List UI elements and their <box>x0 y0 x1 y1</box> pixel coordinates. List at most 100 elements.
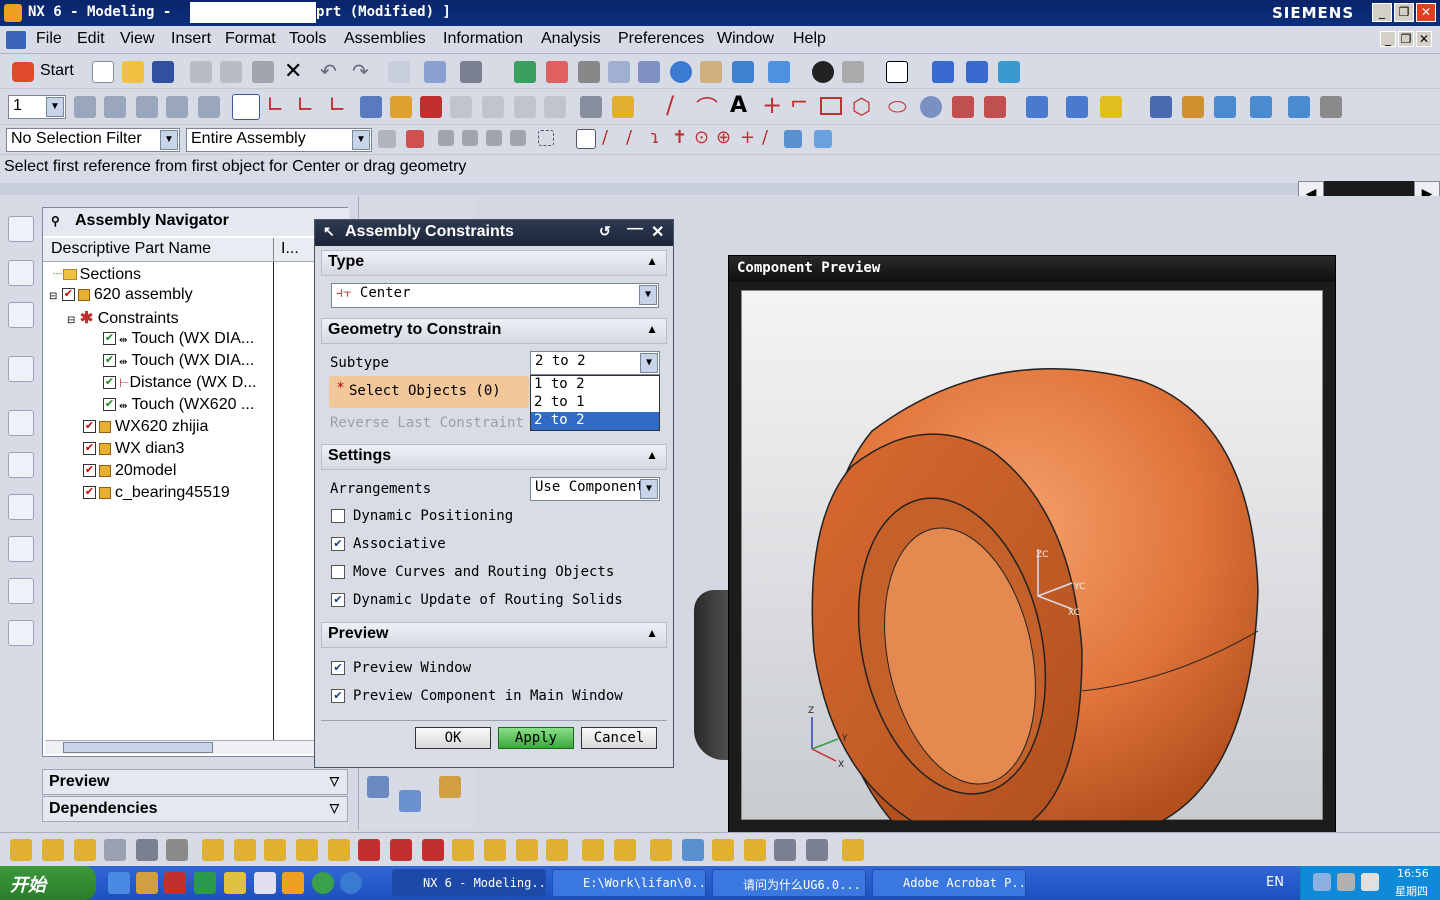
task-nx[interactable]: NX 6 - Modeling... <box>392 869 546 897</box>
constraint-a-icon[interactable] <box>450 96 472 118</box>
save-icon[interactable] <box>152 61 174 83</box>
preview-viewport[interactable]: ZC YC XC Z Y X <box>741 290 1323 822</box>
checkbox-icon[interactable]: ✔ <box>83 420 96 434</box>
preview-panel[interactable]: Preview ▽ <box>42 769 348 795</box>
snap-face-icon[interactable] <box>784 130 802 148</box>
clock-time[interactable]: 16:56 <box>1397 867 1429 880</box>
ellipse-icon[interactable]: ⬭ <box>888 95 907 120</box>
select-a-icon[interactable] <box>438 130 454 146</box>
geometry-section-header[interactable]: Geometry to Constrain ▲ <box>321 318 667 344</box>
assembly-cmd-27-icon[interactable] <box>842 839 864 861</box>
snap-endpoint-icon[interactable]: / <box>602 127 608 148</box>
col-part-name[interactable]: Descriptive Part Name <box>51 240 211 258</box>
quicklaunch-4-icon[interactable] <box>194 872 216 894</box>
checkbox-icon[interactable]: ✔ <box>83 464 96 478</box>
assembly-cmd-2-icon[interactable] <box>42 839 64 861</box>
line-icon[interactable]: / <box>666 91 674 119</box>
menu-window[interactable]: Window <box>717 30 774 48</box>
assembly-a-icon[interactable] <box>932 61 954 83</box>
text-icon[interactable]: A <box>730 93 747 118</box>
collapse-icon[interactable]: — <box>627 220 643 238</box>
tree-row-constraints[interactable]: ⊟ ✱ Constraints <box>67 308 179 330</box>
helix-icon[interactable] <box>920 96 942 118</box>
tree-row-assembly[interactable]: ⊟ ✔ 620 assembly <box>49 286 193 308</box>
ruler-icon[interactable] <box>612 96 634 118</box>
datum-icon[interactable]: ∟ <box>328 93 346 118</box>
reset-icon[interactable]: ↺ <box>599 223 611 240</box>
plane-icon[interactable] <box>360 96 382 118</box>
rectangle-select-icon[interactable] <box>538 130 554 146</box>
palette-tab-icon[interactable] <box>8 494 34 520</box>
type-section-header[interactable]: Type ▲ <box>321 250 667 276</box>
assembly-tool-c-icon[interactable] <box>439 776 461 798</box>
scroll-thumb[interactable] <box>63 742 213 753</box>
menu-preferences[interactable]: Preferences <box>618 30 704 48</box>
start-button[interactable]: Start <box>40 62 74 80</box>
tree-row-touch-1[interactable]: ✔ ⇹ Touch (WX DIA... <box>103 330 254 352</box>
snap-toggle-icon[interactable] <box>576 129 596 149</box>
language-indicator[interactable]: EN <box>1266 875 1284 890</box>
quicklaunch-1-icon[interactable] <box>108 872 130 894</box>
assembly-cmd-19-icon[interactable] <box>582 839 604 861</box>
constraint-d-icon[interactable] <box>544 96 566 118</box>
snap-point-on-icon[interactable]: + <box>740 127 755 148</box>
constraint-b-icon[interactable] <box>482 96 504 118</box>
assembly-tool-b-icon[interactable] <box>399 790 421 812</box>
preview-title[interactable]: Component Preview <box>729 256 1335 282</box>
quicklaunch-5-icon[interactable] <box>224 872 246 894</box>
assembly-cmd-25-icon[interactable] <box>774 839 796 861</box>
assembly-cmd-4-icon[interactable] <box>104 839 126 861</box>
pin-icon[interactable]: ⚲ <box>51 214 60 228</box>
checkbox-icon[interactable]: ✔ <box>103 376 116 390</box>
assembly-cmd-11-icon[interactable] <box>328 839 350 861</box>
quicklaunch-7-icon[interactable] <box>282 872 304 894</box>
checkbox-icon[interactable]: ✔ <box>83 442 96 456</box>
refresh-icon[interactable] <box>514 61 536 83</box>
spline-icon[interactable] <box>984 96 1006 118</box>
tree-row-component-3[interactable]: ✔ 20model <box>83 462 176 484</box>
roles-tab-icon[interactable] <box>8 578 34 604</box>
settings-section-header[interactable]: Settings ▲ <box>321 444 667 470</box>
dimension-icon[interactable] <box>580 96 602 118</box>
redo-icon[interactable]: ↷ <box>352 59 369 83</box>
rotate-icon[interactable] <box>670 61 692 83</box>
assembly-cmd-1-icon[interactable] <box>10 839 32 861</box>
column-divider[interactable] <box>273 238 274 262</box>
line-sketch-icon[interactable]: ∟ <box>266 93 284 118</box>
feature-a-icon[interactable] <box>1150 96 1172 118</box>
constraint-c-icon[interactable] <box>514 96 536 118</box>
background-icon[interactable] <box>886 61 908 83</box>
menu-file[interactable]: File <box>36 30 62 48</box>
select-objects-step[interactable]: * Select Objects (0) <box>329 376 529 408</box>
tree-row-sections[interactable]: ┈ Sections <box>53 264 141 286</box>
preview-component-checkbox[interactable]: ✔ <box>331 689 345 703</box>
history-tab-icon[interactable] <box>8 410 34 436</box>
shade-icon[interactable] <box>578 61 600 83</box>
pan-icon[interactable] <box>700 61 722 83</box>
snap-control-icon[interactable]: ɿ <box>650 127 660 148</box>
delete-icon[interactable]: ✕ <box>284 59 302 84</box>
subtype-option[interactable]: 1 to 2 <box>531 376 659 394</box>
tree-row-component-4[interactable]: ✔ c_bearing45519 <box>83 484 230 506</box>
arc-icon[interactable]: ⌒ <box>696 91 718 123</box>
point-cross-icon[interactable]: + <box>762 91 782 119</box>
cancel-button[interactable]: Cancel <box>581 727 657 749</box>
undo-icon[interactable]: ↶ <box>320 59 337 83</box>
select-b-icon[interactable] <box>462 130 478 146</box>
layer-b-icon[interactable] <box>104 96 126 118</box>
dependencies-panel[interactable]: Dependencies ▽ <box>42 796 348 822</box>
preview-window-checkbox[interactable]: ✔ <box>331 661 345 675</box>
constraint-navigator-tab-icon[interactable] <box>8 260 34 286</box>
assembly-cmd-9-icon[interactable] <box>264 839 286 861</box>
menu-view[interactable]: View <box>120 30 154 48</box>
app-menu-icon[interactable] <box>6 31 26 49</box>
checkbox-icon[interactable]: ✔ <box>103 398 116 412</box>
dialog-pin-icon[interactable]: ↖ <box>323 223 335 240</box>
subtype-option[interactable]: 2 to 1 <box>531 394 659 412</box>
assembly-cmd-24-icon[interactable] <box>744 839 766 861</box>
open-icon[interactable] <box>122 61 144 83</box>
assembly-cmd-15-icon[interactable] <box>452 839 474 861</box>
menu-insert[interactable]: Insert <box>171 30 211 48</box>
edit-object-icon[interactable] <box>424 61 446 83</box>
menu-assemblies[interactable]: Assemblies <box>344 30 426 48</box>
